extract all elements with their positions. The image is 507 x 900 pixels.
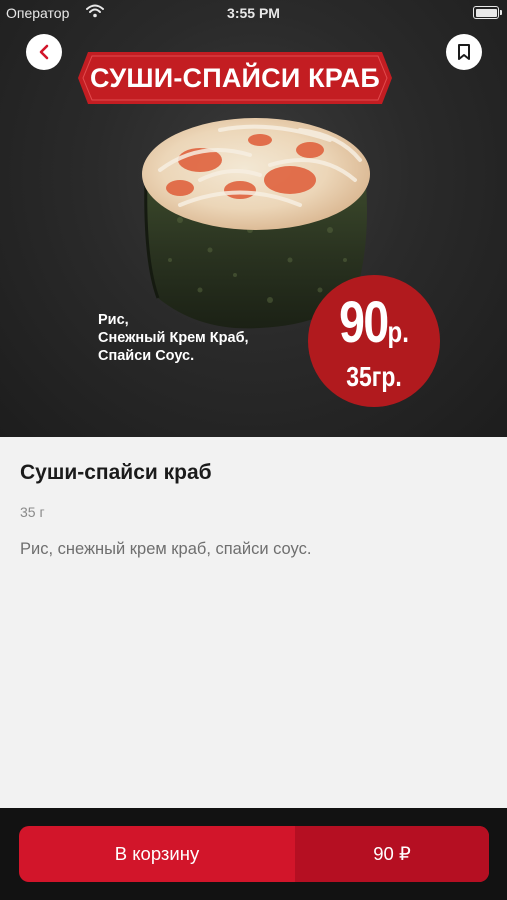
- badge-weight: 35гр.: [346, 361, 402, 392]
- cart-price: 90 ₽: [295, 826, 489, 882]
- bottom-bar: В корзину 90 ₽: [0, 808, 507, 900]
- ingredients-caption: Рис, Снежный Крем Краб, Спайси Соус.: [98, 311, 249, 365]
- product-description: Рис, снежный крем краб, спайси соус.: [20, 540, 312, 558]
- product-details: Суши-спайси краб 35 г Рис, снежный крем …: [0, 437, 507, 808]
- banner-title: СУШИ-СПАЙСИ КРАБ: [90, 62, 380, 93]
- ingredient-line: Снежный Крем Краб,: [98, 330, 249, 346]
- ingredient-line: Спайси Соус.: [98, 348, 195, 364]
- status-time: 3:55 PM: [227, 5, 280, 21]
- price-badge: 90р. 35гр.: [308, 275, 440, 407]
- bookmark-icon: [458, 44, 470, 60]
- badge-currency: р.: [387, 316, 409, 349]
- badge-price: 90р.: [321, 289, 427, 356]
- badge-price-value: 90: [339, 290, 389, 355]
- battery-icon: [473, 6, 502, 19]
- ingredient-line: Рис,: [98, 312, 129, 328]
- add-to-cart-button[interactable]: В корзину 90 ₽: [19, 826, 489, 882]
- bookmark-button[interactable]: [446, 34, 482, 70]
- product-title: Суши-спайси краб: [20, 461, 212, 484]
- product-weight: 35 г: [20, 504, 45, 520]
- add-to-cart-label: В корзину: [114, 843, 200, 864]
- chevron-left-icon: [39, 44, 49, 60]
- back-button[interactable]: [26, 34, 62, 70]
- status-bar: Оператор 3:55 PM: [0, 0, 507, 28]
- product-hero-image: СУШИ-СПАЙСИ КРАБ Рис, Снежный Крем Краб,…: [0, 0, 507, 437]
